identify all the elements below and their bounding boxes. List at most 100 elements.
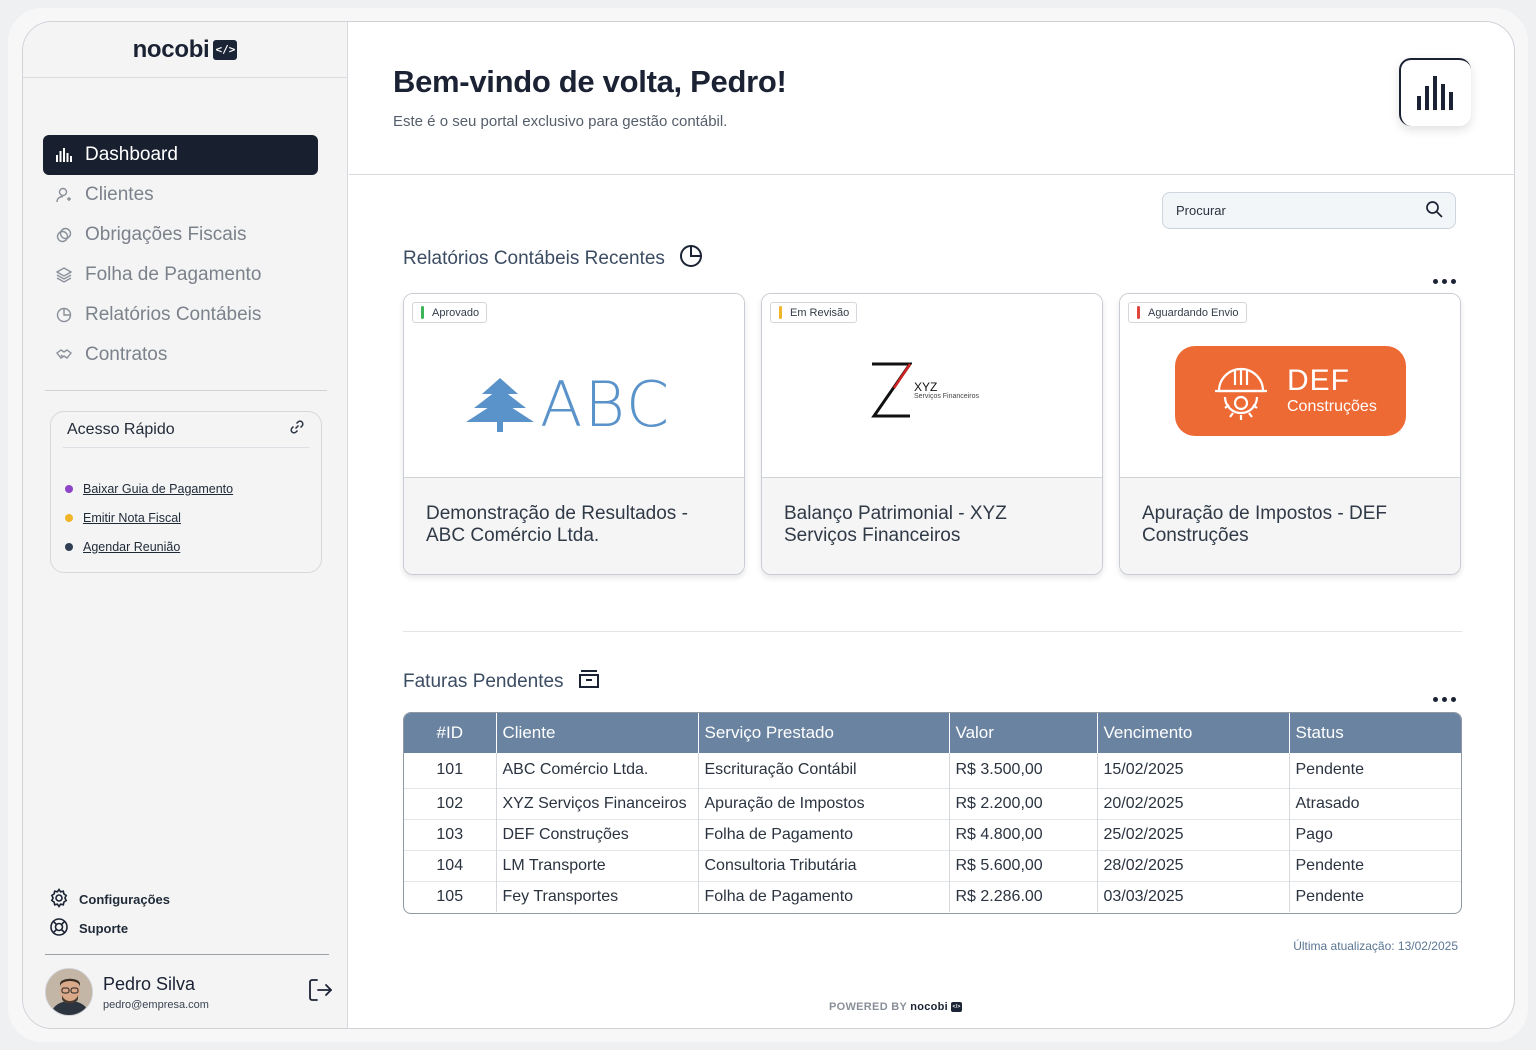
cell-vencimento: 28/02/2025	[1097, 849, 1290, 881]
user-name: Pedro Silva	[103, 973, 196, 994]
sidebar-item-obrigacoes-fiscais[interactable]: Obrigações Fiscais	[43, 215, 318, 255]
quick-access-list: Baixar Guia de Pagamento Emitir Nota Fis…	[51, 448, 321, 561]
cell-servico: Consultoria Tributária	[698, 849, 950, 881]
main-content: Bem-vindo de volta, Pedro! Este é o seu …	[349, 22, 1514, 1028]
reports-cards: Aprovado ABC Demonstração de Resultados …	[403, 293, 1461, 575]
cell-cliente: DEF Construções	[496, 818, 699, 850]
powered-by[interactable]: POWERED BY nocobi </>	[829, 1001, 963, 1013]
column-header-servico[interactable]: Serviço Prestado	[698, 713, 950, 753]
quick-link-agendar-reuniao[interactable]: Agendar Reunião	[83, 540, 180, 554]
cell-id: 102	[404, 787, 497, 819]
search-icon[interactable]	[1425, 200, 1443, 221]
sidebar-item-dashboard[interactable]: Dashboard	[43, 135, 318, 175]
sidebar: nocobi </> Dashboard Clientes Obrigações…	[23, 22, 348, 1028]
cell-id: 105	[404, 880, 497, 912]
quick-link-baixar-guia[interactable]: Baixar Guia de Pagamento	[83, 482, 233, 496]
cell-valor: R$ 5.600,00	[949, 849, 1098, 881]
column-header-status[interactable]: Status	[1289, 713, 1461, 753]
quick-link-emitir-nota[interactable]: Emitir Nota Fiscal	[83, 511, 181, 525]
reports-section-title: Relatórios Contábeis Recentes	[403, 244, 703, 274]
column-header-valor[interactable]: Valor	[949, 713, 1098, 753]
dot	[1441, 696, 1447, 702]
cell-vencimento: 15/02/2025	[1097, 753, 1290, 788]
abc-logo-text: ABC	[540, 368, 672, 441]
cell-cliente: ABC Comércio Ltda.	[496, 753, 699, 788]
list-item: Baixar Guia de Pagamento	[65, 474, 321, 503]
support-link[interactable]: Suporte	[49, 914, 170, 943]
report-title: Balanço Patrimonial - XYZ Serviços Finan…	[762, 478, 1102, 574]
cell-status: Pendente	[1289, 849, 1461, 881]
cell-id: 101	[404, 753, 497, 788]
cell-status: Atrasado	[1289, 787, 1461, 819]
helmet-gear-icon	[1215, 367, 1267, 420]
column-header-cliente[interactable]: Cliente	[496, 713, 699, 753]
table-row[interactable]: 105 Fey Transportes Folha de Pagamento R…	[404, 880, 1461, 912]
card-logo-area: Em Revisão XYZ Serviços Financeiros	[762, 294, 1102, 478]
status-label: Aprovado	[432, 306, 480, 319]
table-row[interactable]: 102 XYZ Serviços Financeiros Apuração de…	[404, 787, 1461, 819]
table-row[interactable]: 101 ABC Comércio Ltda. Escrituração Cont…	[404, 753, 1461, 788]
user-icon	[55, 186, 73, 204]
status-label: Em Revisão	[790, 306, 850, 319]
avatar[interactable]	[45, 968, 93, 1016]
reports-more-button[interactable]	[1426, 274, 1462, 288]
xyz-logo-text: XYZ	[914, 379, 938, 394]
search-placeholder: Procurar	[1176, 203, 1226, 218]
support-label: Suporte	[79, 921, 129, 936]
brand-logo[interactable]: nocobi </>	[23, 22, 347, 78]
invoices-table: #ID Cliente Serviço Prestado Valor Venci…	[403, 712, 1462, 914]
bar-chart-icon	[1416, 72, 1456, 115]
report-card[interactable]: Em Revisão XYZ Serviços Financeiros Bala	[761, 293, 1103, 575]
settings-link[interactable]: Configurações	[49, 885, 170, 914]
status-badge: Aprovado	[412, 302, 488, 323]
logout-button[interactable]	[305, 977, 335, 1007]
cell-id: 104	[404, 849, 497, 881]
user-divider	[45, 954, 329, 955]
section-divider	[403, 631, 1462, 632]
search-input[interactable]: Procurar	[1162, 192, 1456, 229]
cell-status: Pago	[1289, 818, 1461, 850]
column-header-id[interactable]: #ID	[404, 713, 497, 753]
user-email: pedro@empresa.com	[103, 998, 209, 1011]
sidebar-divider	[45, 390, 327, 391]
cell-cliente: Fey Transportes	[496, 880, 699, 912]
hourglass-icon	[871, 362, 912, 418]
sidebar-item-contratos[interactable]: Contratos	[43, 335, 318, 375]
analytics-button[interactable]	[1399, 58, 1471, 126]
invoices-more-button[interactable]	[1426, 692, 1462, 706]
cell-id: 103	[404, 818, 497, 850]
list-item: Agendar Reunião	[65, 532, 321, 561]
invoices-section-title: Faturas Pendentes	[403, 668, 600, 696]
report-card[interactable]: Aguardando Envio DEF Construções Apuraçã…	[1119, 293, 1461, 575]
status-label: Aguardando Envio	[1148, 306, 1239, 319]
status-badge: Em Revisão	[770, 302, 858, 323]
sidebar-item-label: Dashboard	[85, 144, 178, 165]
sidebar-item-label: Relatórios Contábeis	[85, 304, 262, 325]
xyz-logo-sub: Serviços Financeiros	[914, 392, 979, 400]
xyz-logo: XYZ Serviços Financeiros	[870, 362, 979, 418]
handshake-icon	[55, 346, 73, 364]
brand-name: nocobi	[132, 35, 210, 63]
page-subtitle: Este é o seu portal exclusivo para gestã…	[393, 113, 728, 130]
cell-valor: R$ 4.800,00	[949, 818, 1098, 850]
cell-cliente: XYZ Serviços Financeiros	[496, 787, 699, 819]
bar-chart-icon	[55, 146, 73, 164]
def-logo-sub: Construções	[1287, 398, 1377, 415]
sidebar-item-relatorios-contabeis[interactable]: Relatórios Contábeis	[43, 295, 318, 335]
table-row[interactable]: 103 DEF Construções Folha de Pagamento R…	[404, 818, 1461, 850]
logout-icon	[307, 977, 333, 1008]
sidebar-item-clientes[interactable]: Clientes	[43, 175, 318, 215]
sidebar-item-folha-de-pagamento[interactable]: Folha de Pagamento	[43, 255, 318, 295]
bullet-dot	[65, 513, 73, 522]
link-icon[interactable]	[289, 419, 305, 440]
coins-icon	[55, 226, 73, 244]
abc-logo: ABC	[466, 368, 671, 441]
settings-label: Configurações	[79, 892, 171, 907]
dot	[1432, 278, 1438, 284]
status-indicator	[421, 306, 424, 319]
lifebuoy-icon	[49, 917, 69, 940]
dot	[1441, 278, 1447, 284]
table-row[interactable]: 104 LM Transporte Consultoria Tributária…	[404, 849, 1461, 881]
column-header-vencimento[interactable]: Vencimento	[1097, 713, 1290, 753]
report-card[interactable]: Aprovado ABC Demonstração de Resultados …	[403, 293, 745, 575]
